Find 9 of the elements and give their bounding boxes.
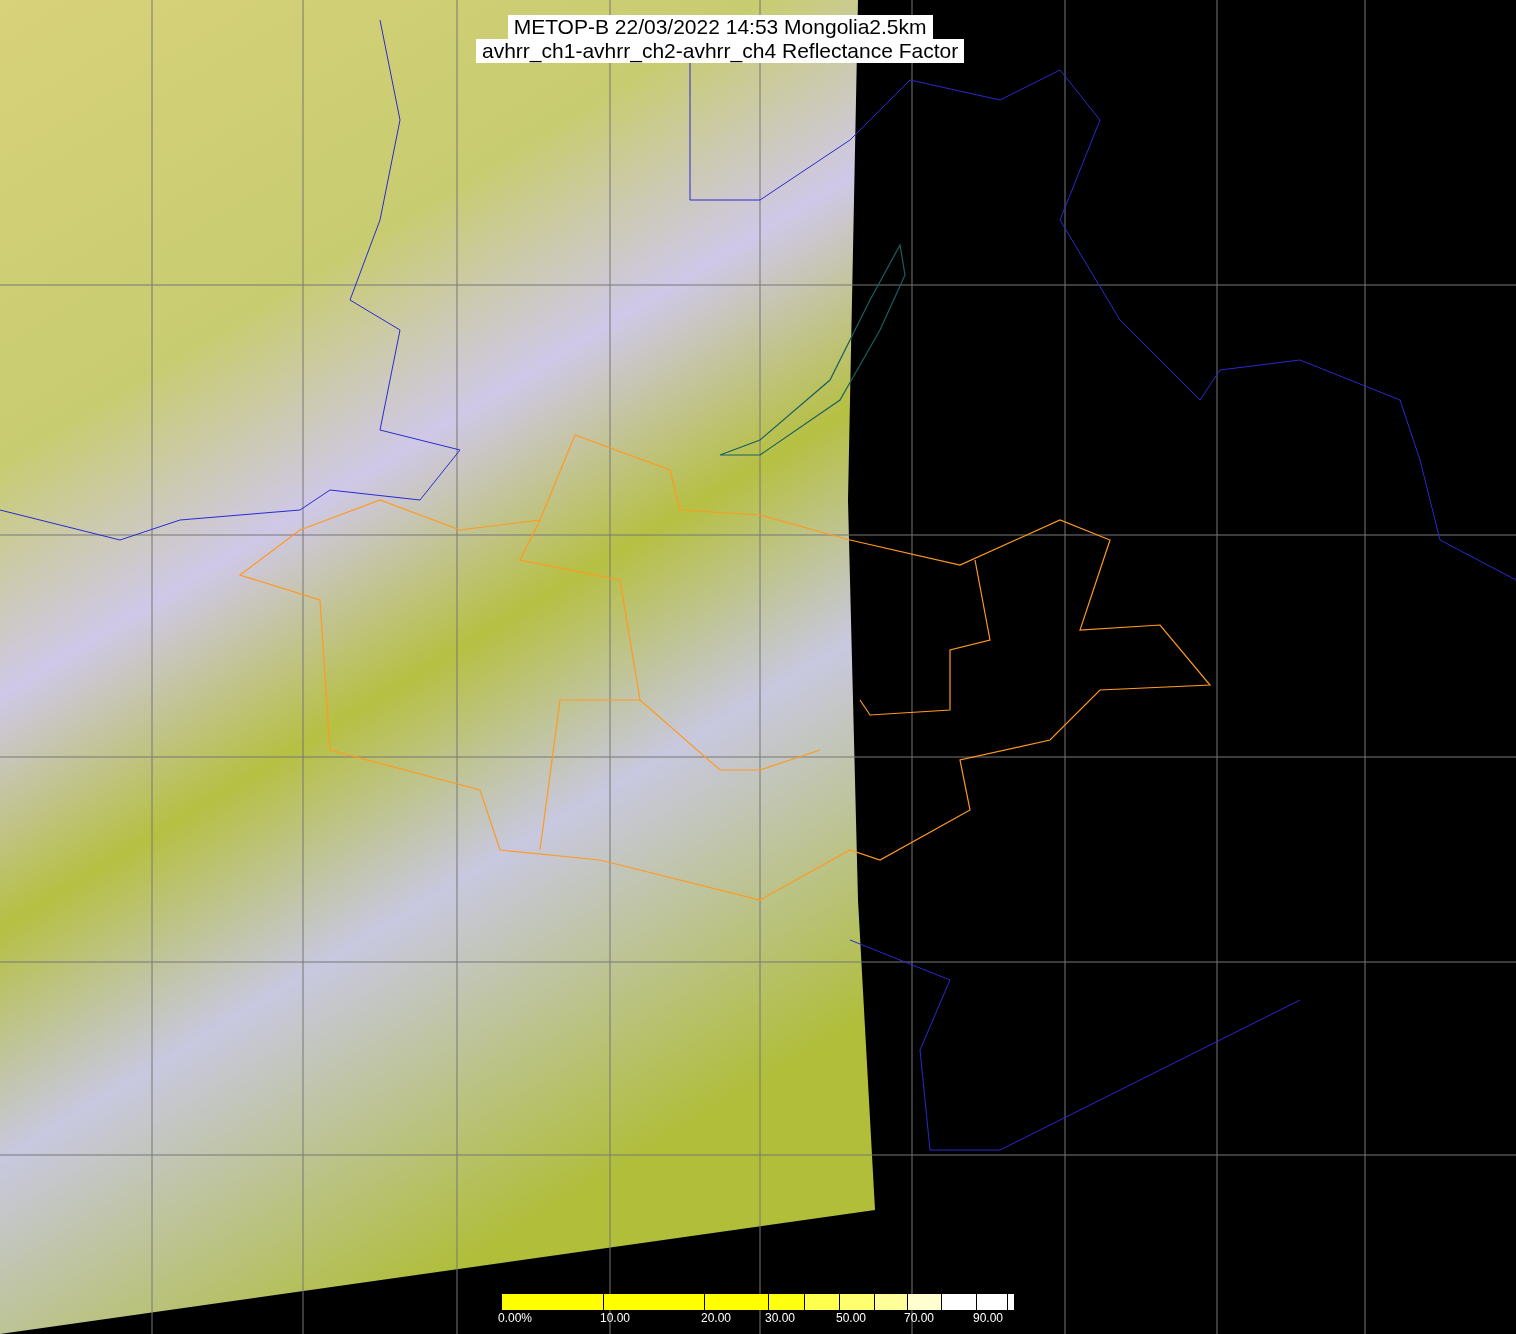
map-title: avhrr_ch1-avhrr_ch2-avhrr_ch4 Reflectance Factor	[476, 39, 965, 63]
scale-label: 50.00	[836, 1310, 867, 1326]
scale-label: 90.00	[973, 1310, 1004, 1326]
scale-label: 70.00	[904, 1310, 935, 1326]
scale-label: 20.00	[701, 1310, 732, 1326]
scale-label: 30.00	[765, 1310, 796, 1326]
scale-label: 0.00%	[498, 1310, 533, 1326]
map-title: METOP-B 22/03/2022 14:53 Mongolia2.5km	[507, 15, 933, 39]
scale-label: 10.00	[600, 1310, 631, 1326]
